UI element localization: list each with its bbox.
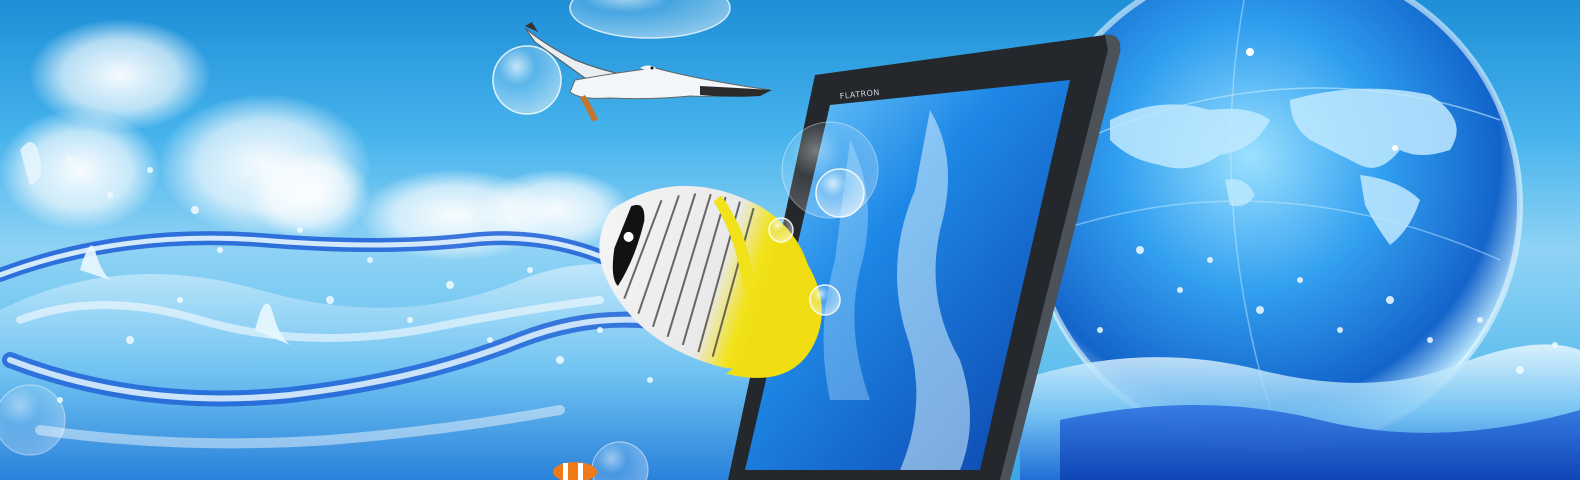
- ocean-tech-banner: FLATRON: [0, 0, 1580, 480]
- scene-illustration: FLATRON: [0, 0, 1580, 480]
